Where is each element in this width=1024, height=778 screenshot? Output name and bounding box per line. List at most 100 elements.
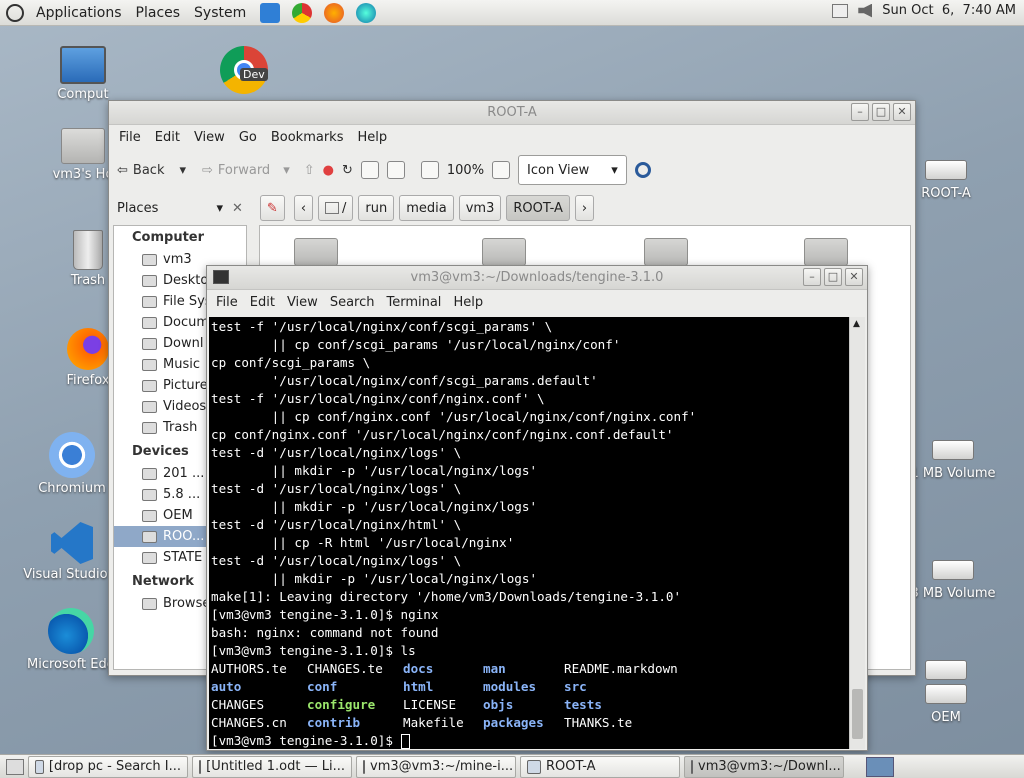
volume-icon[interactable] (858, 3, 873, 18)
workspace-switcher[interactable] (866, 756, 894, 777)
task-terminal-mine[interactable]: vm3@vm3:~/mine-i... (356, 755, 516, 778)
crumb-root-a[interactable]: ROOT-A (506, 195, 570, 221)
terminal-icon (691, 759, 693, 774)
ls-entry: THANKS.te (564, 715, 633, 730)
menu-file[interactable]: File (216, 295, 238, 310)
minimize-button[interactable]: – (851, 103, 869, 121)
bottom-panel: [drop pc - Search I... [Untitled 1.odt —… (0, 754, 1024, 778)
filesystem-icon (142, 295, 157, 308)
home-folder-icon (142, 253, 157, 266)
vscode-launcher-icon[interactable] (260, 2, 281, 23)
terminal-line: '/usr/local/nginx/conf/scgi_params.defau… (211, 373, 598, 388)
crumb-run[interactable]: run (358, 195, 395, 221)
stop-button[interactable]: ● (323, 163, 334, 178)
edit-location-button[interactable]: ✎ (259, 195, 285, 221)
show-desktop-icon[interactable] (6, 758, 24, 775)
ls-entry: configure (307, 697, 376, 712)
desktop-icon-computer[interactable]: Comput (35, 46, 131, 102)
menu-file[interactable]: File (119, 130, 141, 145)
places-menu[interactable]: Places (134, 5, 183, 21)
terminal-line: cp conf/nginx.conf '/usr/local/nginx/con… (211, 427, 674, 442)
menu-view[interactable]: View (194, 130, 225, 145)
forward-arrow-icon: ⇨ (202, 162, 213, 178)
drive-icon (142, 530, 157, 543)
computer-button-icon[interactable] (386, 161, 405, 179)
folder-icon[interactable] (804, 238, 848, 266)
zoom-out-icon[interactable] (420, 161, 439, 179)
ls-entry: src (564, 679, 587, 694)
terminal-menu-icon[interactable] (213, 270, 229, 284)
ls-entry: CHANGES (211, 697, 265, 712)
task-browser[interactable]: [drop pc - Search I... (28, 755, 188, 778)
desktop-folder-icon (142, 274, 157, 287)
close-button[interactable]: ✕ (845, 268, 863, 286)
up-button[interactable]: ⇧ (304, 163, 315, 178)
terminal-titlebar[interactable]: vm3@vm3:~/Downloads/tengine-3.1.0 – □ ✕ (207, 266, 867, 290)
crumb-right-arrow[interactable]: › (574, 195, 595, 221)
folder-icon (527, 759, 541, 774)
crumb-media[interactable]: media (399, 195, 454, 221)
desktop-icon-chromium[interactable]: Chromium (24, 432, 120, 496)
close-button[interactable]: ✕ (893, 103, 911, 121)
search-icon[interactable] (634, 162, 651, 178)
crumb-left-arrow[interactable]: ‹ (293, 195, 314, 221)
folder-icon[interactable] (482, 238, 526, 266)
folder-icon[interactable] (644, 238, 688, 266)
maximize-button[interactable]: □ (824, 268, 842, 286)
task-writer[interactable]: [Untitled 1.odt — Li... (192, 755, 352, 778)
folder-icon[interactable] (294, 238, 338, 266)
edge-dev-launcher-icon[interactable] (356, 2, 377, 23)
tray: Sun Oct 6, 7:40 AM (832, 3, 1016, 18)
terminal-prompt[interactable]: [vm3@vm3 tengine-3.1.0]$ (211, 732, 849, 749)
terminal-scrollbar[interactable]: ▲ (849, 317, 865, 749)
file-manager-titlebar[interactable]: ROOT-A – □ ✕ (109, 101, 915, 125)
drive-icon (142, 551, 157, 564)
menu-bookmarks[interactable]: Bookmarks (271, 130, 344, 145)
menu-search[interactable]: Search (330, 295, 375, 310)
back-dropdown-icon[interactable]: ▾ (179, 163, 186, 178)
terminal-menubar: File Edit View Search Terminal Help (207, 290, 867, 314)
reload-button[interactable]: ↻ (342, 163, 353, 178)
forward-button[interactable]: ⇨ Forward ▾ (202, 163, 290, 178)
terminal-output[interactable]: test -f '/usr/local/nginx/conf/scgi_para… (209, 317, 849, 749)
folder-icon (142, 337, 157, 350)
firefox-launcher-icon[interactable] (324, 2, 345, 23)
crumb-root[interactable]: / (318, 195, 354, 221)
menu-terminal[interactable]: Terminal (386, 295, 441, 310)
applications-menu[interactable]: Applications (34, 5, 124, 21)
menu-help[interactable]: Help (357, 130, 387, 145)
zoom-in-icon[interactable] (492, 161, 511, 179)
minimize-button[interactable]: – (803, 268, 821, 286)
scroll-thumb[interactable] (852, 689, 863, 739)
ls-entry: conf (307, 679, 338, 694)
chrome-launcher-icon[interactable] (292, 2, 313, 23)
menu-edit[interactable]: Edit (155, 130, 180, 145)
trash-icon (73, 230, 103, 270)
places-selector[interactable]: Places ▾ (117, 201, 227, 216)
network-icon[interactable] (832, 3, 849, 18)
menu-edit[interactable]: Edit (250, 295, 275, 310)
menu-help[interactable]: Help (453, 295, 483, 310)
location-bar: Places ▾ ✕ ✎ ‹ / run media vm3 ROOT-A › (109, 191, 915, 225)
clock[interactable]: Sun Oct 6, 7:40 AM (882, 3, 1016, 18)
window-title: vm3@vm3:~/Downloads/tengine-3.1.0 (410, 270, 664, 285)
top-panel: Applications Places System Sun Oct 6, 7:… (0, 0, 1024, 26)
crumb-vm3[interactable]: vm3 (458, 195, 502, 221)
scroll-up-icon[interactable]: ▲ (853, 319, 860, 329)
menu-view[interactable]: View (287, 295, 318, 310)
task-terminal-downloads[interactable]: vm3@vm3:~/Downl... (684, 755, 844, 778)
back-button[interactable]: ⇦ Back ▾ (117, 163, 186, 178)
desktop-icon-chrome-dev[interactable]: Dev (196, 46, 292, 97)
task-root-a[interactable]: ROOT-A (520, 755, 680, 778)
system-menu[interactable]: System (192, 5, 248, 21)
gnome-logo-icon[interactable] (6, 3, 24, 22)
maximize-button[interactable]: □ (872, 103, 890, 121)
forward-dropdown-icon[interactable]: ▾ (283, 163, 290, 178)
menu-go[interactable]: Go (239, 130, 257, 145)
home-icon[interactable] (360, 161, 379, 179)
ls-entry: README.markdown (564, 661, 678, 676)
drive-icon (932, 440, 974, 460)
view-select[interactable]: Icon View ▾ (518, 155, 627, 185)
terminal-window: vm3@vm3:~/Downloads/tengine-3.1.0 – □ ✕ … (206, 265, 868, 751)
close-sidebar-icon[interactable]: ✕ (232, 201, 243, 216)
